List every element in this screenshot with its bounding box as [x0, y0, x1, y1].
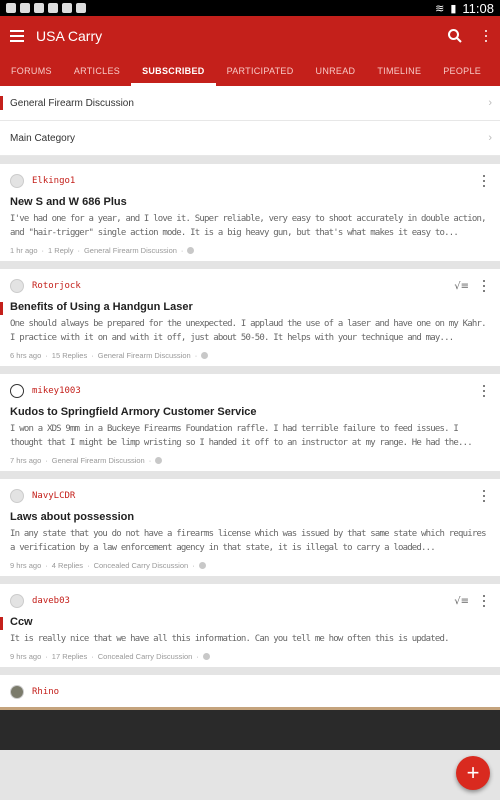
topic-time: 1 hr ago	[10, 246, 38, 255]
check-all-icon: √≡	[454, 595, 469, 607]
tab-participated[interactable]: PARTICIPATED	[216, 56, 305, 86]
hamburger-icon[interactable]	[10, 30, 24, 42]
topic-meta: 6 hrs ago 15 Replies General Firearm Dis…	[10, 351, 490, 360]
mail-icon	[62, 3, 72, 13]
topic-excerpt: One should always be prepared for the un…	[10, 319, 487, 343]
topic-forum: General Firearm Discussion	[97, 351, 191, 360]
topic-replies: 4 Replies	[51, 561, 84, 570]
topic-excerpt: In any state that you do not have a fire…	[10, 529, 487, 553]
topic-time: 9 hrs ago	[10, 652, 42, 661]
topic-title[interactable]: Kudos to Springfield Armory Customer Ser…	[10, 406, 490, 418]
tab-timeline[interactable]: TIMELINE	[366, 56, 432, 86]
more-vert-icon[interactable]	[485, 30, 488, 42]
forum-item-main-category[interactable]: Main Category ›	[0, 121, 500, 156]
topic-time: 6 hrs ago	[10, 351, 42, 360]
battery-icon: ▮	[450, 1, 457, 15]
topic-excerpt: I won a XDS 9mm in a Buckeye Firearms Fo…	[10, 424, 473, 448]
search-icon[interactable]	[447, 28, 463, 44]
verified-icon	[155, 457, 163, 464]
subscribed-forums-list: General Firearm Discussion › Main Catego…	[0, 86, 500, 156]
topic-card[interactable]: daveb03 √≡ Ccw It is really nice that we…	[0, 584, 500, 667]
check-all-icon: √≡	[454, 280, 469, 292]
topic-author[interactable]: Elkingo1	[32, 176, 483, 186]
topic-author[interactable]: Rotorjock	[32, 281, 454, 291]
topic-excerpt: I've had one for a year, and I love it. …	[10, 214, 487, 238]
topic-replies: 17 Replies	[51, 652, 88, 661]
topic-meta: 7 hrs ago General Firearm Discussion	[10, 456, 490, 465]
topic-forum: Concealed Carry Discussion	[97, 652, 193, 661]
notification-icon	[76, 3, 86, 13]
wifi-icon: ≋	[435, 1, 445, 15]
verified-icon	[187, 247, 195, 254]
app-bar: USA Carry	[0, 16, 500, 56]
avatar[interactable]	[10, 489, 24, 503]
verified-icon	[201, 352, 209, 359]
more-vert-icon[interactable]	[483, 490, 486, 502]
topic-replies: 15 Replies	[51, 351, 88, 360]
topic-time: 7 hrs ago	[10, 456, 42, 465]
avatar[interactable]	[10, 685, 24, 699]
more-vert-icon[interactable]	[483, 595, 486, 607]
forum-label: General Firearm Discussion	[10, 97, 134, 109]
app-title: USA Carry	[36, 28, 103, 44]
topic-card[interactable]: Rhino	[0, 675, 500, 750]
chevron-right-icon: ›	[488, 97, 492, 109]
avatar[interactable]	[10, 594, 24, 608]
tab-subscribed[interactable]: SUBSCRIBED	[131, 56, 216, 86]
topic-meta: 9 hrs ago 4 Replies Concealed Carry Disc…	[10, 561, 490, 570]
avatar[interactable]	[10, 279, 24, 293]
notification-icon	[34, 3, 44, 13]
more-vert-icon[interactable]	[483, 280, 486, 292]
avatar[interactable]	[10, 384, 24, 398]
tab-people[interactable]: PEOPLE	[432, 56, 492, 86]
notification-icon	[6, 3, 16, 13]
topic-meta: 9 hrs ago 17 Replies Concealed Carry Dis…	[10, 652, 490, 661]
tab-bar: FORUMS ARTICLES SUBSCRIBED PARTICIPATED …	[0, 56, 500, 86]
notification-icons	[6, 3, 86, 13]
topic-forum: General Firearm Discussion	[83, 246, 177, 255]
tab-unread[interactable]: UNREAD	[305, 56, 367, 86]
topic-title[interactable]: New S and W 686 Plus	[10, 196, 490, 208]
status-time: 11:08	[462, 0, 494, 16]
topic-forum: Concealed Carry Discussion	[93, 561, 189, 570]
topic-author[interactable]: Rhino	[32, 687, 490, 697]
topic-title[interactable]: Benefits of Using a Handgun Laser	[0, 301, 490, 315]
more-vert-icon[interactable]	[483, 385, 486, 397]
topic-title[interactable]: Ccw	[0, 616, 490, 630]
topic-author[interactable]: mikey1003	[32, 386, 483, 396]
topic-card[interactable]: Elkingo1 New S and W 686 Plus I've had o…	[0, 164, 500, 261]
topic-card[interactable]: Rotorjock √≡ Benefits of Using a Handgun…	[0, 269, 500, 366]
topic-time: 9 hrs ago	[10, 561, 42, 570]
status-bar: ≋ ▮ 11:08	[0, 0, 500, 16]
forum-label: Main Category	[10, 132, 76, 144]
topic-card[interactable]: mikey1003 Kudos to Springfield Armory Cu…	[0, 374, 500, 471]
forum-item-general-firearm-discussion[interactable]: General Firearm Discussion ›	[0, 86, 500, 121]
verified-icon	[198, 562, 206, 569]
mail-icon	[48, 3, 58, 13]
divider	[0, 156, 500, 164]
notification-icon	[20, 3, 30, 13]
topic-title[interactable]: Laws about possession	[10, 511, 490, 523]
avatar[interactable]	[10, 174, 24, 188]
topic-author[interactable]: NavyLCDR	[32, 491, 483, 501]
topic-excerpt: It is really nice that we have all this …	[10, 634, 450, 644]
chevron-right-icon: ›	[488, 132, 492, 144]
topic-replies: 1 Reply	[48, 246, 74, 255]
verified-icon	[202, 653, 210, 660]
tab-forums[interactable]: FORUMS	[0, 56, 63, 86]
topic-meta: 1 hr ago 1 Reply General Firearm Discuss…	[10, 246, 490, 255]
topic-list: Elkingo1 New S and W 686 Plus I've had o…	[0, 164, 500, 750]
topic-author[interactable]: daveb03	[32, 596, 454, 606]
more-vert-icon[interactable]	[483, 175, 486, 187]
topic-card[interactable]: NavyLCDR Laws about possession In any st…	[0, 479, 500, 576]
topic-forum: General Firearm Discussion	[51, 456, 145, 465]
add-topic-button[interactable]: +	[456, 756, 490, 790]
tab-articles[interactable]: ARTICLES	[63, 56, 131, 86]
topic-image[interactable]	[0, 707, 500, 750]
